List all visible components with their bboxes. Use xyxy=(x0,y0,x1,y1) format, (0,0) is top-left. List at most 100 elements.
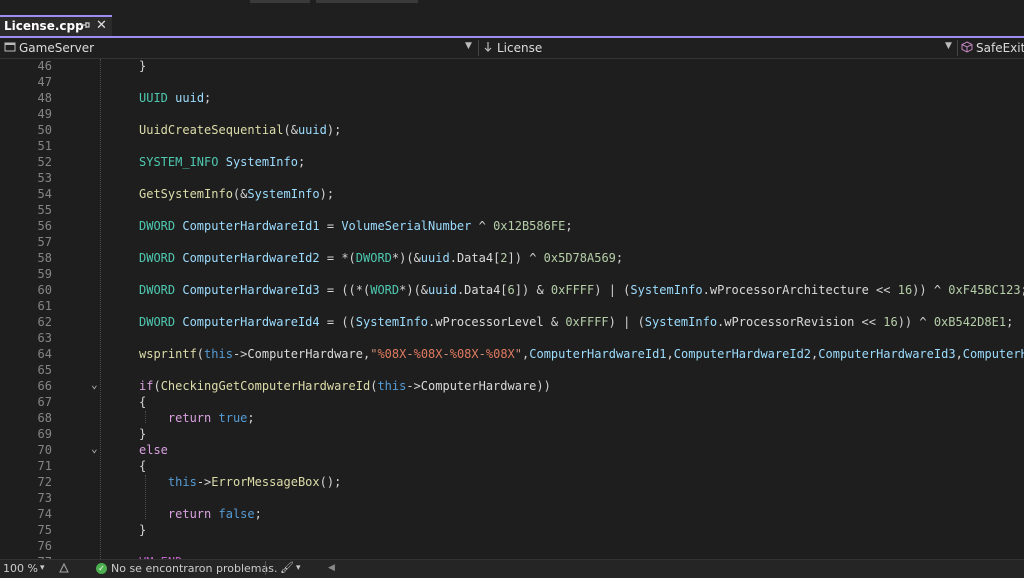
pin-icon[interactable] xyxy=(80,20,90,33)
scope-icon xyxy=(482,41,494,56)
code-text: SYSTEM_INFO SystemInfo; xyxy=(139,155,306,169)
code-line: 46} xyxy=(0,59,1024,75)
document-tab-strip: License.cpp ✕ xyxy=(0,0,1024,36)
code-line: 64 wsprintf(this->ComputerHardware,"%08X-… xyxy=(0,347,1024,363)
project-name: GameServer xyxy=(19,41,95,55)
zoom-level[interactable]: 100 % xyxy=(3,562,38,575)
line-number: 65 xyxy=(37,363,52,377)
code-line: 59 xyxy=(0,267,1024,283)
line-number: 57 xyxy=(37,235,52,249)
code-line: 60 DWORD ComputerHardwareId3 = ((*(WORD*)… xyxy=(0,283,1024,299)
line-number: 71 xyxy=(37,459,52,473)
code-text: GetSystemInfo(&SystemInfo); xyxy=(139,187,335,201)
line-number: 70 xyxy=(37,443,52,457)
code-line: 67 { xyxy=(0,395,1024,411)
code-text: } xyxy=(139,59,147,73)
line-number: 47 xyxy=(37,75,52,89)
code-line: 65 xyxy=(0,363,1024,379)
line-number: 54 xyxy=(37,187,52,201)
code-text: DWORD ComputerHardwareId2 = *(DWORD*)(&u… xyxy=(139,251,624,265)
toolbar-remnant xyxy=(316,0,418,3)
divider xyxy=(478,40,479,56)
code-text: return true; xyxy=(167,411,255,425)
code-line: 71 { xyxy=(0,459,1024,475)
chevron-down-icon: ▼ xyxy=(945,41,952,51)
code-line: 76 xyxy=(0,539,1024,555)
line-number: 48 xyxy=(37,91,52,105)
code-text: DWORD ComputerHardwareId3 = ((*(WORD*)(&… xyxy=(139,283,1024,297)
project-dropdown[interactable]: GameServer ▼ xyxy=(0,38,476,58)
code-line: 68 return true; xyxy=(0,411,1024,427)
code-text: this->ErrorMessageBox(); xyxy=(167,475,342,489)
line-number: 67 xyxy=(37,395,52,409)
code-line: 63 xyxy=(0,331,1024,347)
code-text: return false; xyxy=(167,507,262,521)
code-line: 51 xyxy=(0,139,1024,155)
code-line: 52 SYSTEM_INFO SystemInfo; xyxy=(0,155,1024,171)
code-line: 61 xyxy=(0,299,1024,315)
code-text: UUID uuid; xyxy=(139,91,212,105)
fold-chevron-icon[interactable]: ⌄ xyxy=(91,378,98,391)
line-number: 63 xyxy=(37,331,52,345)
code-text: { xyxy=(139,459,147,473)
code-line: 50 UuidCreateSequential(&uuid); xyxy=(0,123,1024,139)
line-number: 61 xyxy=(37,299,52,313)
scroll-left-icon[interactable]: ◀ xyxy=(328,563,335,573)
fold-chevron-icon[interactable]: ⌄ xyxy=(91,442,98,455)
close-icon[interactable]: ✕ xyxy=(96,18,107,33)
tab-license-cpp[interactable]: License.cpp ✕ xyxy=(0,15,112,36)
line-number: 55 xyxy=(37,203,52,217)
code-text: if(CheckingGetComputerHardwareId(this->C… xyxy=(139,379,551,393)
line-number: 66 xyxy=(37,379,52,393)
scope-dropdown[interactable]: License ▼ xyxy=(480,38,955,58)
line-number: 60 xyxy=(37,283,52,297)
member-dropdown[interactable]: SafeExitP xyxy=(960,38,1024,58)
code-text: } xyxy=(139,523,147,537)
code-text: DWORD ComputerHardwareId4 = ((SystemInfo… xyxy=(139,315,1014,329)
code-text: wsprintf(this->ComputerHardware,"%08X-%0… xyxy=(139,347,1024,361)
line-number: 76 xyxy=(37,539,52,553)
line-number: 56 xyxy=(37,219,52,233)
code-editor[interactable]: 46} 47 48 UUID uuid; 49 50 UuidCreateSequentia… xyxy=(0,59,1024,559)
ai-assistant-icon[interactable] xyxy=(58,562,70,577)
line-number: 59 xyxy=(37,267,52,281)
method-cube-icon xyxy=(961,41,973,56)
line-number: 52 xyxy=(37,155,52,169)
line-number: 58 xyxy=(37,251,52,265)
member-name: SafeExitP xyxy=(976,41,1024,55)
line-number: 73 xyxy=(37,491,52,505)
status-bar: 100 % ▾ ✓ No se encontraron problemas. 🖌… xyxy=(0,559,1024,578)
chevron-down-icon[interactable]: ▾ xyxy=(40,563,45,573)
line-number: 62 xyxy=(37,315,52,329)
code-line: 72 this->ErrorMessageBox(); xyxy=(0,475,1024,491)
code-line: 57 xyxy=(0,235,1024,251)
toolbar-remnant xyxy=(250,0,310,3)
line-number: 74 xyxy=(37,507,52,521)
line-number: 53 xyxy=(37,171,52,185)
divider xyxy=(957,40,958,56)
project-icon xyxy=(4,41,16,56)
line-number: 68 xyxy=(37,411,52,425)
code-text: { xyxy=(139,395,147,409)
chevron-down-icon: ▼ xyxy=(465,41,472,51)
code-line: 62 DWORD ComputerHardwareId4 = ((SystemIn… xyxy=(0,315,1024,331)
code-line: 69} xyxy=(0,427,1024,443)
code-line: 66 ⌄ if(CheckingGetComputerHardwareId(this… xyxy=(0,378,1024,395)
line-number: 69 xyxy=(37,427,52,441)
code-line: 47 xyxy=(0,75,1024,91)
brush-icon[interactable]: 🖌 xyxy=(280,561,294,574)
divider xyxy=(265,561,266,575)
code-text: } xyxy=(139,427,147,441)
code-text: DWORD ComputerHardwareId1 = VolumeSerial… xyxy=(139,219,573,233)
chevron-down-icon[interactable]: ▾ xyxy=(296,563,301,573)
code-line: 70 ⌄ else xyxy=(0,442,1024,459)
code-line: 55 xyxy=(0,203,1024,219)
code-line: 56 DWORD ComputerHardwareId1 = VolumeSeri… xyxy=(0,219,1024,235)
line-number: 72 xyxy=(37,475,52,489)
issues-status[interactable]: No se encontraron problemas. xyxy=(111,562,277,575)
scope-name: License xyxy=(497,41,543,55)
navigation-bar: GameServer ▼ License ▼ SafeExitP xyxy=(0,38,1024,59)
code-line: 74 return false; xyxy=(0,507,1024,523)
line-number: 75 xyxy=(37,523,52,537)
code-line: 49 xyxy=(0,107,1024,123)
